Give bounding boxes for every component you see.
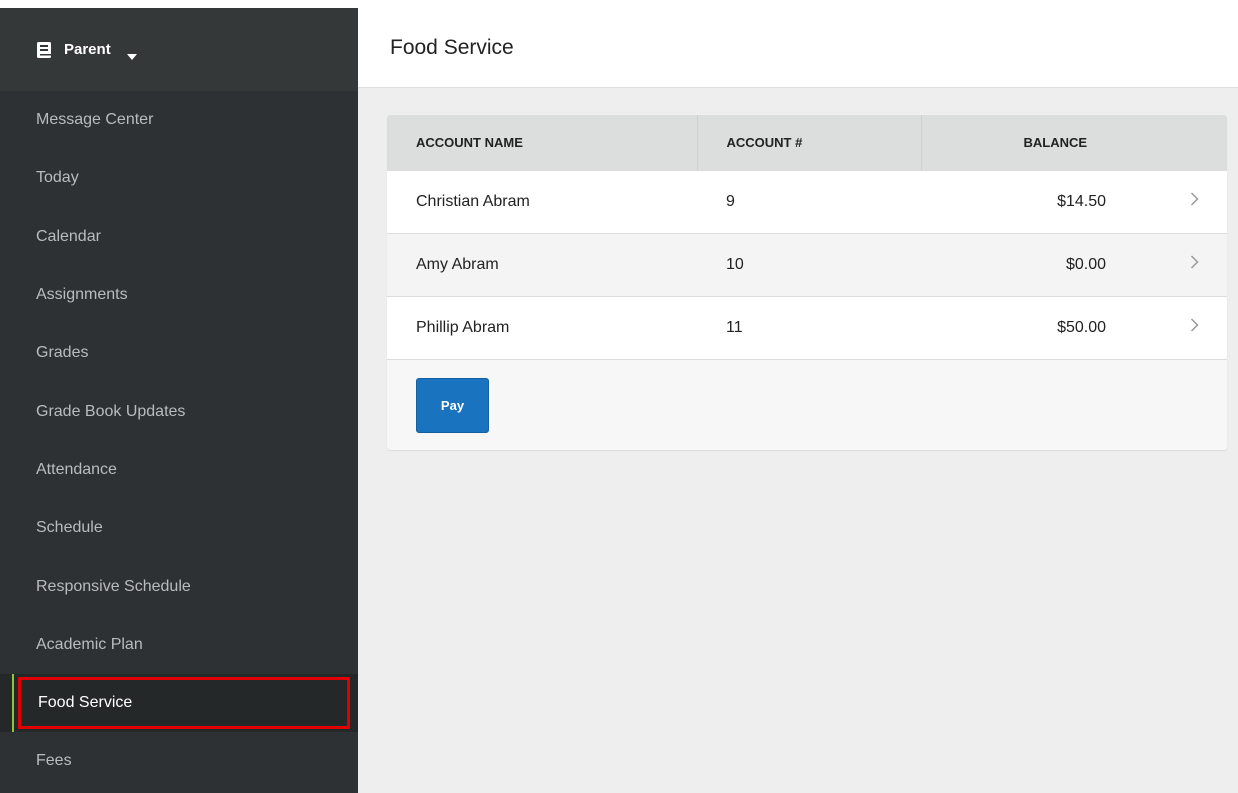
sidebar: Parent Message Center Today Calendar Ass… [0,8,358,793]
sidebar-item-label: Calendar [36,227,101,245]
role-label: Parent [64,41,111,58]
sidebar-item-label: Attendance [36,460,117,478]
sidebar-item-label: Today [36,169,79,187]
account-number-cell: 9 [726,192,735,210]
pay-button[interactable]: Pay [416,378,489,433]
accounts-table: ACCOUNT NAME ACCOUNT # BALANCE Christian… [387,115,1227,359]
row-chevron[interactable] [1106,296,1227,359]
sidebar-item-label: Academic Plan [36,635,143,653]
sidebar-item-label: Fees [36,752,72,770]
account-name-cell: Phillip Abram [416,318,510,336]
sidebar-item-schedule[interactable]: Schedule [0,499,358,557]
caret-down-icon [126,47,137,60]
table-row[interactable]: Christian Abram 9 $14.50 [387,170,1227,233]
row-chevron[interactable] [1106,170,1227,233]
chevron-right-icon [1190,192,1199,206]
book-icon [37,41,51,58]
accounts-card: ACCOUNT NAME ACCOUNT # BALANCE Christian… [387,115,1227,450]
page-header: Food Service [358,8,1238,88]
sidebar-item-fees[interactable]: Fees [0,732,358,790]
sidebar-item-grade-book-updates[interactable]: Grade Book Updates [0,382,358,440]
account-number-cell: 10 [726,255,744,273]
sidebar-item-calendar[interactable]: Calendar [0,208,358,266]
sidebar-item-label: Responsive Schedule [36,577,191,595]
table-row[interactable]: Amy Abram 10 $0.00 [387,233,1227,296]
sidebar-item-label: Grade Book Updates [36,402,186,420]
card-footer: Pay [387,359,1227,450]
chevron-right-icon [1190,255,1199,269]
column-header-account-name: ACCOUNT NAME [387,115,698,170]
balance-cell: $0.00 [1065,255,1106,273]
sidebar-item-food-service[interactable]: Food Service [0,673,358,733]
sidebar-item-today[interactable]: Today [0,149,358,207]
balance-cell: $50.00 [1057,318,1106,336]
sidebar-item-attendance[interactable]: Attendance [0,441,358,499]
balance-cell: $14.50 [1057,192,1106,210]
app-window: Parent Message Center Today Calendar Ass… [0,8,1238,793]
sidebar-item-label: Assignments [36,286,128,304]
sidebar-nav: Message Center Today Calendar Assignment… [0,91,358,791]
sidebar-item-label: Message Center [36,111,154,129]
chevron-right-icon [1190,318,1199,332]
account-name-cell: Amy Abram [416,255,499,273]
table-row[interactable]: Phillip Abram 11 $50.00 [387,296,1227,359]
role-switcher[interactable]: Parent [0,8,358,91]
sidebar-item-grades[interactable]: Grades [0,324,358,382]
column-header-balance: BALANCE [1023,134,1088,150]
row-chevron[interactable] [1106,233,1227,296]
sidebar-item-academic-plan[interactable]: Academic Plan [0,616,358,674]
sidebar-item-label: Grades [36,344,89,362]
sidebar-item-assignments[interactable]: Assignments [0,266,358,324]
table-header-row: ACCOUNT NAME ACCOUNT # BALANCE [387,115,1227,170]
account-number-cell: 11 [726,318,743,336]
sidebar-item-responsive-schedule[interactable]: Responsive Schedule [0,557,358,615]
main-content: Food Service ACCOUNT NAME ACCOUNT # BALA… [358,8,1238,793]
column-header-account-number: ACCOUNT # [697,115,922,170]
sidebar-item-message-center[interactable]: Message Center [0,91,358,149]
page-title: Food Service [390,35,514,59]
sidebar-item-label: Schedule [36,519,103,537]
highlight-annotation [18,676,350,730]
account-name-cell: Christian Abram [416,192,530,210]
